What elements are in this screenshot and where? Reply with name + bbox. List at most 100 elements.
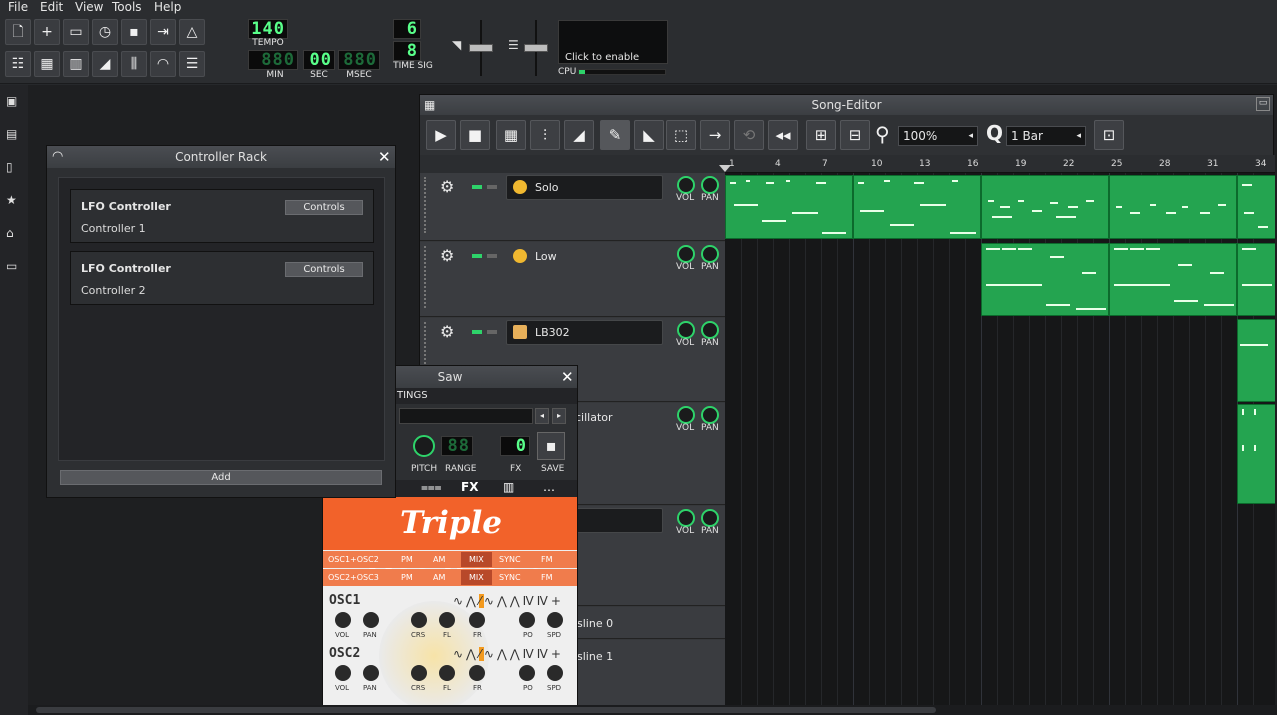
mix-option-selected[interactable]: MIX — [461, 570, 492, 585]
track-settings-icon[interactable]: ⚙ — [440, 177, 454, 196]
track-settings-icon[interactable]: ⚙ — [440, 246, 454, 265]
playhead-marker[interactable] — [719, 165, 731, 172]
timesig-denominator[interactable]: 8 — [393, 41, 421, 61]
controls-button[interactable]: Controls — [285, 262, 363, 277]
controls-button[interactable]: Controls — [285, 200, 363, 215]
controller-name[interactable]: Controller 1 — [81, 222, 146, 235]
pattern-clip[interactable] — [853, 175, 981, 239]
sync-option[interactable]: SYNC — [499, 573, 521, 582]
add-pattern-track-icon[interactable]: ▦ — [496, 120, 526, 150]
my-samples-icon[interactable]: ▯ — [6, 160, 20, 174]
knife-mode-icon[interactable]: ◣ — [634, 120, 664, 150]
osc1-waveform-selector[interactable]: ∿⋀⁄∿⋀⋀ⅣⅣ+ — [453, 594, 564, 608]
pattern-clip[interactable] — [1237, 404, 1275, 504]
track-name-button[interactable]: Low — [506, 244, 663, 269]
osc1-vol-knob[interactable] — [335, 612, 351, 628]
menu-tools[interactable]: Tools — [112, 0, 142, 14]
master-pitch-slider[interactable] — [524, 44, 548, 52]
osc2-waveform-selector[interactable]: ∿⋀⁄∿⋀⋀ⅣⅣ+ — [453, 647, 564, 661]
osc2-vol-knob[interactable] — [335, 665, 351, 681]
range-display[interactable]: 88 — [441, 436, 473, 456]
prev-preset-icon[interactable]: ◂ — [535, 408, 549, 424]
pattern-clip[interactable] — [1237, 243, 1275, 316]
quantize-combo[interactable]: 1 Bar ◂ — [1006, 126, 1086, 146]
arrangement-grid[interactable] — [725, 173, 1275, 706]
track-settings-icon[interactable]: ⚙ — [440, 322, 454, 341]
misc-tab-icon[interactable]: … — [543, 480, 555, 494]
preset-name-field[interactable] — [399, 408, 533, 424]
save-project-icon[interactable]: ▪ — [121, 19, 147, 45]
zoom-combo[interactable]: 100% ◂ — [898, 126, 978, 146]
close-icon[interactable]: ✕ — [561, 368, 574, 386]
osc1-po-knob[interactable] — [519, 612, 535, 628]
track-name-button[interactable]: Solo — [506, 175, 663, 200]
osc2-po-knob[interactable] — [519, 665, 535, 681]
mute-led[interactable] — [472, 254, 482, 258]
osc2-fr-knob[interactable] — [469, 665, 485, 681]
pattern-clip[interactable] — [981, 243, 1109, 316]
fm-option[interactable]: FM — [541, 555, 553, 564]
osc2-pan-knob[interactable] — [363, 665, 379, 681]
next-preset-icon[interactable]: ▸ — [552, 408, 566, 424]
mixer-icon[interactable]: ⫼ — [121, 51, 147, 77]
pattern-clip[interactable] — [1237, 175, 1275, 239]
timeline-ruler[interactable]: 1 4 7 10 13 16 19 22 25 28 31 34 — [719, 155, 1275, 173]
project-notes-icon[interactable]: ☰ — [179, 51, 205, 77]
insert-bar-icon[interactable]: ⊞ — [806, 120, 836, 150]
pattern-clip[interactable] — [981, 175, 1109, 239]
track-name-button[interactable]: LB302 — [506, 320, 663, 345]
horizontal-scrollbar[interactable] — [28, 705, 1277, 715]
close-icon[interactable]: ✕ — [378, 148, 391, 166]
osc1-pan-knob[interactable] — [363, 612, 379, 628]
mute-led[interactable] — [472, 185, 482, 189]
proportional-snap-icon[interactable]: ⊡ — [1094, 120, 1124, 150]
fm-option[interactable]: FM — [541, 573, 553, 582]
osc2-spd-knob[interactable] — [547, 665, 563, 681]
pm-option[interactable]: PM — [401, 573, 413, 582]
open-project-icon[interactable]: ▭ — [63, 19, 89, 45]
solo-led[interactable] — [487, 330, 497, 334]
new-project-icon[interactable]: 🗋 — [5, 19, 31, 45]
track-grip[interactable] — [424, 246, 428, 308]
export-icon[interactable]: ⇥ — [150, 19, 176, 45]
pattern-editor-icon[interactable]: ▦ — [34, 51, 60, 77]
sync-option[interactable]: SYNC — [499, 555, 521, 564]
play-icon[interactable]: ▶ — [426, 120, 456, 150]
menu-view[interactable]: View — [75, 0, 103, 14]
scrollbar-thumb[interactable] — [36, 707, 936, 713]
envelope-tab-icon[interactable]: ⩶ — [421, 480, 442, 495]
timesig-numerator[interactable]: 6 — [393, 19, 421, 39]
oscilloscope[interactable]: Click to enable — [558, 20, 668, 64]
volume-knob[interactable] — [677, 176, 695, 194]
recent-projects-icon[interactable]: ◷ — [92, 19, 118, 45]
my-presets-icon[interactable]: ★ — [6, 193, 20, 207]
osc1-crs-knob[interactable] — [411, 612, 427, 628]
solo-led[interactable] — [487, 185, 497, 189]
mute-led[interactable] — [472, 330, 482, 334]
piano-roll-icon[interactable]: ▥ — [63, 51, 89, 77]
osc1-spd-knob[interactable] — [547, 612, 563, 628]
pan-knob[interactable] — [701, 406, 719, 424]
volume-knob[interactable] — [677, 509, 695, 527]
pattern-clip[interactable] — [1237, 319, 1275, 402]
mix-option-selected[interactable]: MIX — [461, 552, 492, 567]
controller-name[interactable]: Controller 2 — [81, 284, 146, 297]
osc1-fl-knob[interactable] — [439, 612, 455, 628]
master-volume-slider[interactable] — [469, 44, 493, 52]
select-mode-icon[interactable]: ⬚ — [666, 120, 696, 150]
menu-edit[interactable]: Edit — [40, 0, 63, 14]
fx-channel-display[interactable]: 0 — [500, 436, 530, 456]
autoscroll-icon[interactable]: → — [700, 120, 730, 150]
new-from-template-icon[interactable]: + — [34, 19, 60, 45]
controller-rack-icon[interactable]: ◠ — [150, 51, 176, 77]
remove-bar-icon[interactable]: ⊟ — [840, 120, 870, 150]
my-projects-icon[interactable]: ▤ — [6, 127, 20, 141]
pitch-knob[interactable] — [413, 435, 435, 457]
add-sample-track-icon[interactable]: ⫶ — [530, 120, 560, 150]
pan-knob[interactable] — [701, 321, 719, 339]
menu-file[interactable]: File — [8, 0, 28, 14]
volume-knob[interactable] — [677, 406, 695, 424]
osc2-crs-knob[interactable] — [411, 665, 427, 681]
root-directory-icon[interactable]: ▭ — [6, 259, 20, 273]
pan-knob[interactable] — [701, 509, 719, 527]
